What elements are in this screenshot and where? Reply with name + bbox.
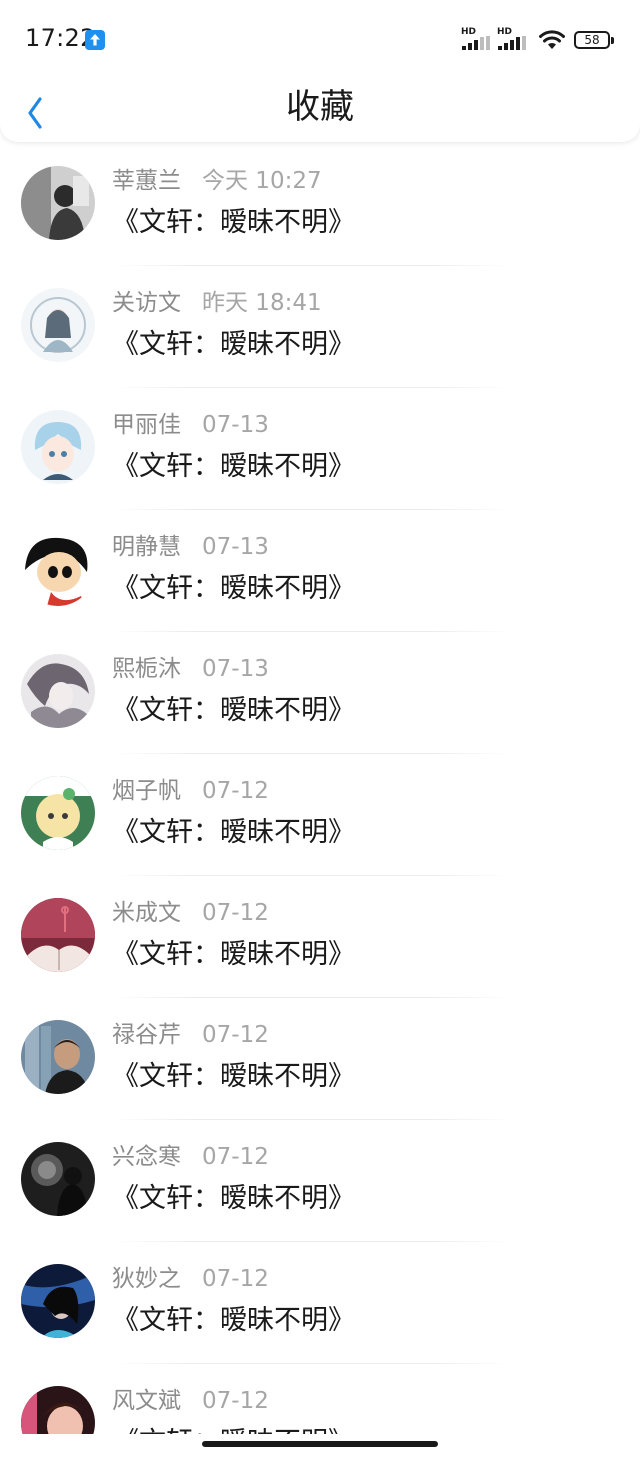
list-item[interactable]: 兴念寒 07-12 《文轩：暧昧不明》: [0, 1120, 640, 1242]
item-title: 《文轩：暧昧不明》: [112, 451, 355, 482]
list-item[interactable]: 熙栀沐 07-13 《文轩：暧昧不明》: [0, 632, 640, 754]
avatar[interactable]: [21, 898, 95, 972]
battery-indicator: 58: [574, 31, 610, 49]
item-time: 今天 10:27: [202, 168, 322, 194]
item-time: 07-12: [202, 1022, 269, 1048]
item-time: 昨天 18:41: [202, 290, 322, 316]
item-user-name: 狄妙之: [112, 1266, 181, 1292]
item-time: 07-13: [202, 534, 269, 560]
item-time: 07-12: [202, 1388, 269, 1414]
item-time: 07-12: [202, 1266, 269, 1292]
list-item[interactable]: 关访文 昨天 18:41 《文轩：暧昧不明》: [0, 266, 640, 388]
avatar[interactable]: [21, 1386, 95, 1434]
wifi-icon: [539, 30, 565, 49]
item-user-name: 风文斌: [112, 1388, 181, 1414]
item-user-name: 关访文: [112, 290, 181, 316]
item-title: 《文轩：暧昧不明》: [112, 939, 355, 970]
item-title: 《文轩：暧昧不明》: [112, 1424, 355, 1434]
avatar[interactable]: [21, 166, 95, 240]
item-title: 《文轩：暧昧不明》: [112, 817, 355, 848]
item-user-name: 莘蕙兰: [112, 168, 181, 194]
cell-signal-icon: HD: [497, 28, 531, 52]
avatar[interactable]: [21, 1264, 95, 1338]
item-time: 07-12: [202, 778, 269, 804]
list-item[interactable]: 莘蕙兰 今天 10:27 《文轩：暧昧不明》: [0, 144, 640, 266]
avatar[interactable]: [21, 532, 95, 606]
item-title: 《文轩：暧昧不明》: [112, 695, 355, 726]
list-item[interactable]: 米成文 07-12 《文轩：暧昧不明》: [0, 876, 640, 998]
list-item[interactable]: 甲丽佳 07-13 《文轩：暧昧不明》: [0, 388, 640, 510]
list-item[interactable]: 烟子帆 07-12 《文轩：暧昧不明》: [0, 754, 640, 876]
item-title: 《文轩：暧昧不明》: [112, 207, 355, 238]
list-item[interactable]: 明静慧 07-13 《文轩：暧昧不明》: [0, 510, 640, 632]
avatar[interactable]: [21, 1142, 95, 1216]
item-title: 《文轩：暧昧不明》: [112, 1183, 355, 1214]
list-item[interactable]: 狄妙之 07-12 《文轩：暧昧不明》: [0, 1242, 640, 1364]
avatar[interactable]: [21, 410, 95, 484]
item-title: 《文轩：暧昧不明》: [112, 1305, 355, 1336]
status-bar: 17:22 HD HD 58: [0, 0, 640, 80]
list-item[interactable]: 禄谷芹 07-12 《文轩：暧昧不明》: [0, 998, 640, 1120]
item-user-name: 兴念寒: [112, 1144, 181, 1170]
home-indicator[interactable]: [202, 1441, 438, 1447]
upload-arrow-icon: [85, 30, 105, 50]
cell-signal-icon: HD: [461, 28, 495, 52]
item-title: 《文轩：暧昧不明》: [112, 329, 355, 360]
item-user-name: 米成文: [112, 900, 181, 926]
item-time: 07-13: [202, 412, 269, 438]
page-title: 收藏: [286, 87, 354, 127]
status-indicators: HD HD 58: [461, 28, 614, 52]
item-user-name: 禄谷芹: [112, 1022, 181, 1048]
avatar[interactable]: [21, 288, 95, 362]
avatar[interactable]: [21, 654, 95, 728]
battery-tip: [611, 36, 614, 44]
item-title: 《文轩：暧昧不明》: [112, 573, 355, 604]
navigation-bar: 收藏: [0, 80, 640, 140]
item-user-name: 烟子帆: [112, 778, 181, 804]
item-time: 07-13: [202, 656, 269, 682]
item-user-name: 甲丽佳: [112, 412, 181, 438]
item-title: 《文轩：暧昧不明》: [112, 1061, 355, 1092]
item-time: 07-12: [202, 1144, 269, 1170]
top-header-card: 17:22 HD HD 58 收藏: [0, 0, 640, 142]
item-time: 07-12: [202, 900, 269, 926]
list-item[interactable]: 风文斌 07-12 《文轩：暧昧不明》: [0, 1364, 640, 1434]
item-user-name: 明静慧: [112, 534, 181, 560]
avatar[interactable]: [21, 1020, 95, 1094]
favorites-list: 莘蕙兰 今天 10:27 《文轩：暧昧不明》 关访文 昨天 18:41 《文轩：…: [0, 144, 640, 1434]
item-user-name: 熙栀沐: [112, 656, 181, 682]
avatar[interactable]: [21, 776, 95, 850]
